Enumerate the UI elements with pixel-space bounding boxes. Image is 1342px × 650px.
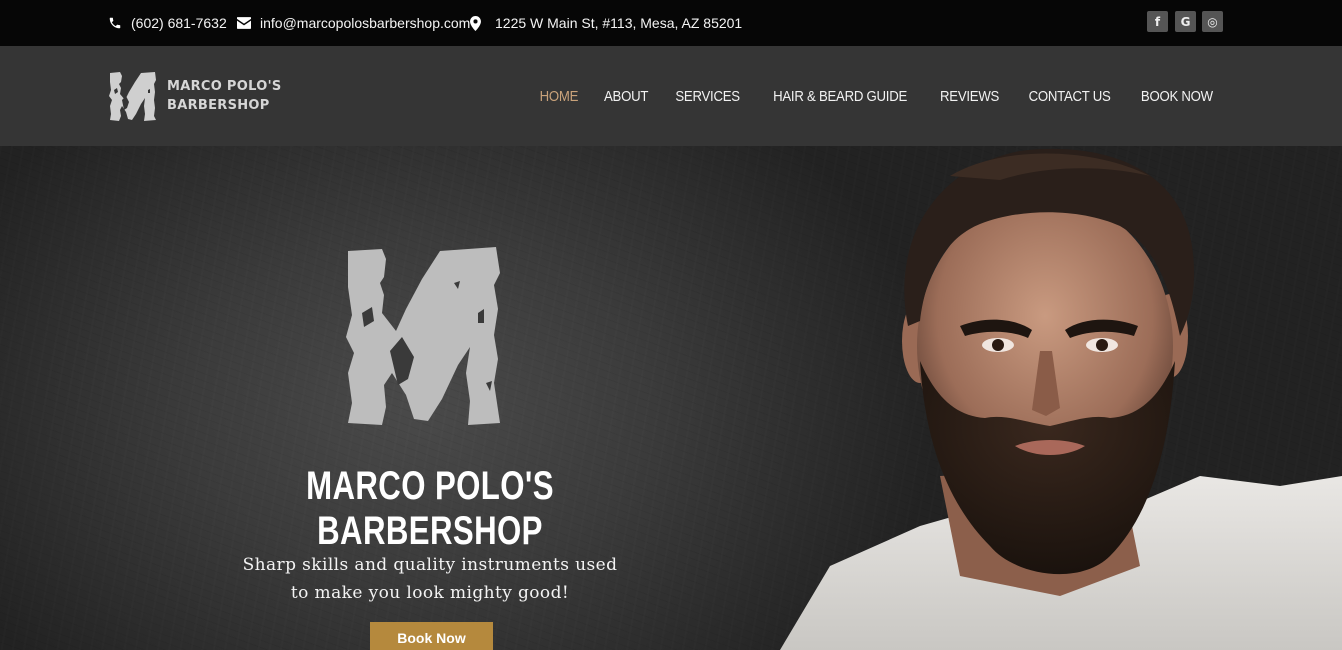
logo-m-icon [109,72,156,121]
envelope-icon [237,17,251,29]
instagram-icon[interactable]: ◎ [1202,11,1223,32]
bearded-man-photo [780,148,1342,650]
nav-reviews[interactable]: REVIEWS [940,88,999,105]
email-link[interactable]: info@marcopolosbarbershop.com [237,0,470,46]
hero-m-logo [346,247,500,425]
main-nav: HOME ABOUT SERVICES HAIR & BEARD GUIDE R… [517,46,1218,146]
site-header: MARCO POLO'S BARBERSHOP HOME ABOUT SERVI… [0,46,1342,146]
address-link[interactable]: 1225 W Main St, #113, Mesa, AZ 85201 [470,0,742,46]
site-logo[interactable]: MARCO POLO'S BARBERSHOP [108,70,282,122]
nav-hair-beard-guide[interactable]: HAIR & BEARD GUIDE [773,88,907,105]
nav-services[interactable]: SERVICES [675,88,740,105]
hero-subtitle-line-1: Sharp skills and quality instruments use… [242,555,618,575]
hero-section: MARCO POLO'S BARBERSHOP Sharp skills and… [0,146,1342,650]
nav-contact-us[interactable]: CONTACT US [1029,88,1111,105]
nav-about[interactable]: ABOUT [604,88,648,105]
phone-link[interactable]: (602) 681-7632 [108,0,227,46]
nav-book-now[interactable]: BOOK NOW [1141,88,1213,105]
logo-line-2: BARBERSHOP [167,98,270,113]
map-pin-icon [470,15,481,31]
logo-line-1: MARCO POLO'S [167,79,282,94]
street-address: 1225 W Main St, #113, Mesa, AZ 85201 [495,15,743,31]
facebook-icon[interactable]: f [1147,11,1168,32]
hero-subtitle: Sharp skills and quality instruments use… [190,551,670,607]
nav-home[interactable]: HOME [539,88,578,105]
google-icon[interactable]: G [1175,11,1196,32]
email-address: info@marcopolosbarbershop.com [260,15,471,31]
hero-subtitle-line-2: to make you look mighty good! [290,583,570,603]
phone-number: (602) 681-7632 [131,15,227,31]
hero-title: MARCO POLO'S BARBERSHOP [306,464,554,553]
top-contact-bar: (602) 681-7632 info@marcopolosbarbershop… [0,0,1342,46]
book-now-button[interactable]: Book Now [370,622,493,650]
phone-icon [109,17,121,29]
logo-text: MARCO POLO'S BARBERSHOP [167,77,282,115]
